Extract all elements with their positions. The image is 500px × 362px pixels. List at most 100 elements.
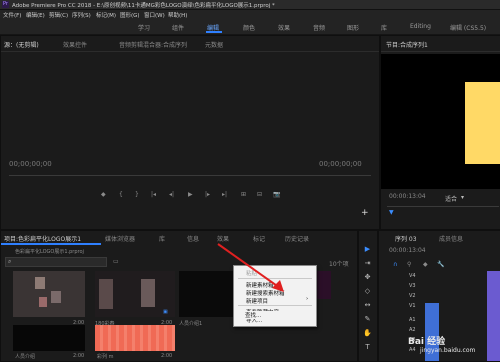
track-label[interactable]: V4: [409, 273, 416, 279]
pen-tool-icon[interactable]: ✎: [363, 315, 372, 324]
marker-icon[interactable]: ◆: [423, 261, 428, 268]
program-preview-graphic: [465, 82, 500, 164]
clip-purple[interactable]: [487, 271, 500, 361]
tab-media-browser[interactable]: 媒体浏览器: [105, 234, 135, 243]
step-forward-icon[interactable]: |▸: [205, 191, 210, 198]
menu-separator: [238, 305, 312, 306]
menu-help[interactable]: 帮助(H): [168, 11, 187, 19]
snap-icon[interactable]: ∩: [393, 261, 397, 268]
tab-program[interactable]: 节目:合成序列1: [386, 40, 428, 49]
thumbnail-image: [141, 279, 155, 307]
tab-divider: [381, 51, 500, 52]
source-monitor-panel: 源：(无剪辑) 效果控件 音频剪辑混合器:合成序列 元数据 00;00;00;0…: [0, 35, 380, 230]
item-name: 人员介绍1: [179, 321, 203, 327]
linked-selection-icon[interactable]: ⚲: [407, 261, 411, 268]
project-item-thumbnail[interactable]: [95, 325, 175, 351]
timeline-timecode[interactable]: 00:00:13:04: [389, 247, 426, 254]
slip-tool-icon[interactable]: ↔: [363, 301, 372, 310]
insert-icon[interactable]: ⊞: [241, 191, 246, 198]
track-select-tool-icon[interactable]: ⇥: [363, 259, 372, 268]
new-bin-icon[interactable]: ▭: [113, 258, 119, 265]
program-monitor-panel: 节目:合成序列1 00:00:13:04 适合 ▾ ▼: [380, 35, 500, 230]
tab-libraries[interactable]: 库: [159, 234, 165, 243]
mark-out-icon[interactable]: }: [135, 191, 139, 198]
fit-dropdown[interactable]: 适合: [445, 194, 457, 203]
submenu-arrow-icon: ›: [306, 296, 309, 302]
track-label[interactable]: V2: [409, 293, 416, 299]
workspace-cs55[interactable]: 编辑 (CS5.5): [450, 23, 486, 32]
thumbnail-image: [51, 291, 61, 303]
menu-marker[interactable]: 标记(M): [96, 11, 116, 19]
add-marker-icon[interactable]: ◆: [101, 191, 106, 198]
workspace-assembly[interactable]: 组件: [172, 23, 184, 32]
menu-item-find[interactable]: 查找...: [245, 311, 315, 319]
chevron-down-icon[interactable]: ▾: [461, 194, 464, 201]
mark-in-icon[interactable]: {: [119, 191, 123, 198]
track-label[interactable]: A1: [409, 317, 416, 323]
playhead-icon[interactable]: ▼: [389, 209, 394, 216]
active-workspace-indicator: [206, 31, 222, 33]
menu-clip[interactable]: 剪辑(C): [49, 11, 68, 19]
go-to-out-icon[interactable]: ▸|: [222, 191, 227, 198]
tab-audio-clip-mixer[interactable]: 音频剪辑混合器:合成序列: [119, 40, 187, 49]
search-input[interactable]: ⌕: [5, 257, 107, 267]
project-item-thumbnail[interactable]: [13, 325, 85, 351]
workspace-color[interactable]: 颜色: [243, 23, 255, 32]
program-viewer: [381, 54, 500, 189]
track-label[interactable]: V3: [409, 283, 416, 289]
razor-tool-icon[interactable]: ◇: [363, 287, 372, 296]
menu-sequence[interactable]: 序列(S): [72, 11, 91, 19]
sequence-icon: ▣: [163, 309, 168, 315]
tab-effect-controls[interactable]: 效果控件: [63, 40, 87, 49]
menu-bar: 文件(F) 编辑(E) 剪辑(C) 序列(S) 标记(M) 图形(G) 窗口(W…: [0, 10, 500, 20]
tab-sequence[interactable]: 序列 03: [395, 234, 417, 243]
program-scrub-bar[interactable]: [387, 206, 499, 207]
hand-tool-icon[interactable]: ✋: [363, 329, 372, 338]
workspace-graphics[interactable]: 图形: [347, 23, 359, 32]
search-icon: ⌕: [8, 258, 12, 265]
thumbnail-image: [99, 279, 113, 309]
thumbnail-image: [35, 277, 45, 289]
tab-metadata[interactable]: 元数据: [205, 40, 223, 49]
wrench-icon[interactable]: 🔧: [437, 261, 444, 268]
type-tool-icon[interactable]: T: [363, 343, 372, 352]
tab-info[interactable]: 信息: [187, 234, 199, 243]
play-icon[interactable]: ▶: [188, 191, 193, 198]
project-item-thumbnail[interactable]: ▣: [95, 271, 175, 317]
window-title: Adobe Premiere Pro CC 2018 - E:\原创视频\11卡…: [12, 3, 275, 9]
tools-panel: ▶ ⇥ ✥ ◇ ↔ ✎ ✋ T: [358, 230, 378, 362]
project-file-name: 色彩扁平化LOGO展示1.prproj: [15, 249, 84, 255]
menu-edit[interactable]: 编辑(E): [26, 11, 45, 19]
active-tab-indicator: [1, 243, 101, 245]
annotation-arrow: [217, 243, 284, 292]
tab-sequence-2[interactable]: 成员信息: [439, 234, 463, 243]
workspace-editing-en[interactable]: Editing: [410, 23, 431, 30]
watermark-logo: Bai 经验: [408, 337, 446, 347]
source-timecode-left: 00;00;00;00: [9, 160, 52, 168]
menu-graphics[interactable]: 图形(G): [120, 11, 140, 19]
project-item-thumbnail[interactable]: [13, 271, 85, 317]
workspace-effects[interactable]: 效果: [278, 23, 290, 32]
workspace-learn[interactable]: 学习: [138, 23, 150, 32]
item-duration: 2:00: [161, 353, 173, 359]
tab-source[interactable]: 源：(无剪辑): [4, 40, 39, 49]
item-count: 10个项: [329, 261, 349, 268]
workspace-audio[interactable]: 音频: [313, 23, 325, 32]
track-label[interactable]: A2: [409, 327, 416, 333]
ripple-edit-tool-icon[interactable]: ✥: [363, 273, 372, 282]
export-frame-icon[interactable]: 📷: [273, 191, 280, 198]
source-scrub-bar[interactable]: [9, 175, 371, 176]
go-to-in-icon[interactable]: |◂: [151, 191, 156, 198]
workspace-libraries[interactable]: 库: [381, 23, 387, 32]
item-duration: 2:00: [73, 353, 85, 359]
track-label[interactable]: A4: [409, 347, 416, 353]
program-timecode[interactable]: 00:00:13:04: [389, 193, 426, 200]
menu-file[interactable]: 文件(F): [3, 11, 21, 19]
step-back-icon[interactable]: ◂|: [169, 191, 174, 198]
selection-tool-icon[interactable]: ▶: [363, 245, 372, 254]
menu-window[interactable]: 窗口(W): [144, 11, 165, 19]
add-button-icon[interactable]: +: [361, 208, 369, 218]
tab-project[interactable]: 项目:色彩扁平化LOGO展示1: [4, 234, 81, 243]
overwrite-icon[interactable]: ⊟: [257, 191, 262, 198]
track-label[interactable]: V1: [409, 303, 416, 309]
